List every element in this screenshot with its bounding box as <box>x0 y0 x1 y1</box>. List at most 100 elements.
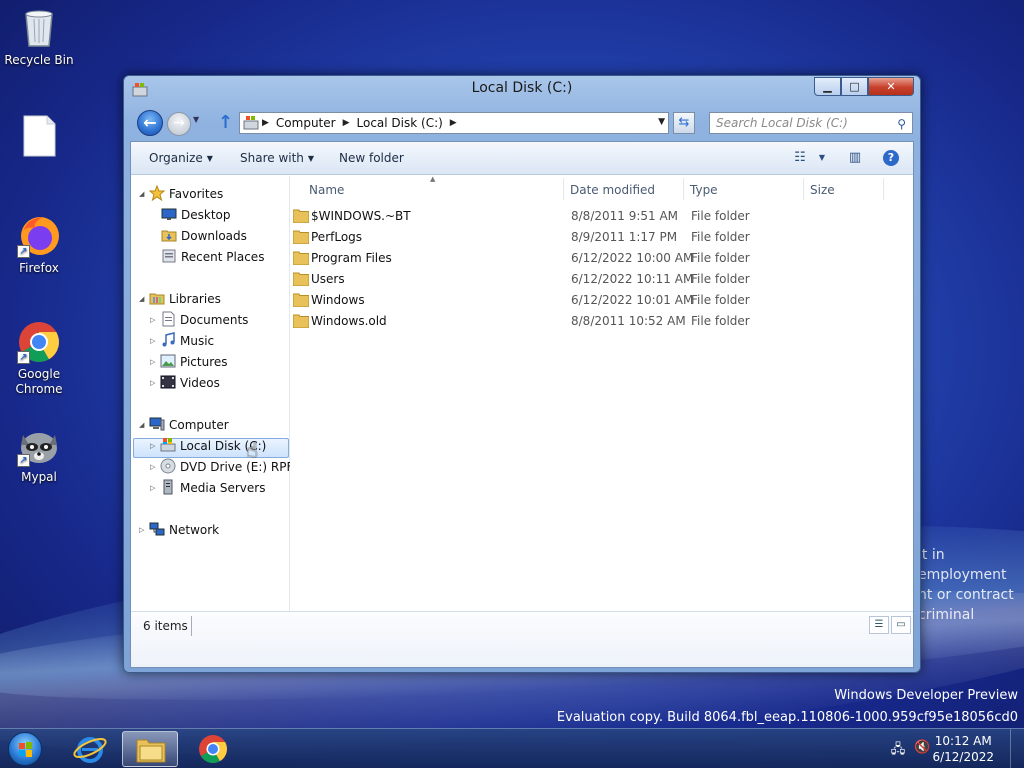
breadcrumb-chevron-icon[interactable]: ▶ <box>447 118 460 128</box>
large-icons-view-icon[interactable]: ▭ <box>891 616 911 634</box>
breadcrumb-computer[interactable]: Computer <box>272 116 340 130</box>
change-view-icon[interactable]: ☷ <box>791 149 809 167</box>
desktop-icon-mypal[interactable]: ↗ Mypal <box>1 423 77 485</box>
nav-item-desktop[interactable]: Desktop <box>161 205 231 225</box>
preview-pane-icon[interactable]: ▥ <box>846 149 864 167</box>
search-icon[interactable]: ⚲ <box>897 114 906 134</box>
file-row[interactable]: PerfLogs 8/9/2011 1:17 PM File folder <box>291 227 891 248</box>
view-options-chevron-icon[interactable]: ▼ <box>813 149 831 167</box>
column-header-date-modified[interactable]: Date modified <box>570 183 655 197</box>
nav-item-music[interactable]: ▷ Music <box>150 331 214 351</box>
arrow-left-icon: ← <box>143 113 157 132</box>
volume-muted-icon[interactable]: 🔇 <box>914 740 930 756</box>
network-tray-icon[interactable]: 🖧 <box>890 740 906 757</box>
help-icon[interactable]: ? <box>883 150 899 166</box>
breadcrumb-chevron-icon[interactable]: ▶ <box>340 118 353 128</box>
file-row[interactable]: Program Files 6/12/2022 10:00 AM File fo… <box>291 248 891 269</box>
column-header-size[interactable]: Size <box>810 183 835 197</box>
expand-triangle-icon[interactable]: ▷ <box>150 436 160 456</box>
wallpaper-text: lt in employment nt or contract criminal <box>918 545 1024 625</box>
nav-item-pictures[interactable]: ▷ Pictures <box>150 352 228 372</box>
collapse-triangle-icon[interactable]: ◢ <box>139 184 149 204</box>
address-bar[interactable]: ▶ Computer ▶ Local Disk (C:) ▶ ▼ <box>239 112 669 134</box>
desktop-icon-recycle-bin[interactable]: Recycle Bin <box>1 6 77 68</box>
clock[interactable]: 10:12 AM 6/12/2022 <box>932 733 994 765</box>
taskbar-internet-explorer[interactable] <box>62 731 118 767</box>
nav-item-dvd-drive[interactable]: ▷ DVD Drive (E:) RPFile <box>150 457 290 477</box>
nav-item-computer[interactable]: ◢ Computer <box>139 415 229 435</box>
minimize-button[interactable]: ▁ <box>814 77 841 96</box>
file-row[interactable]: Windows.old 8/8/2011 10:52 AM File folde… <box>291 311 891 332</box>
maximize-button[interactable]: □ <box>841 77 868 96</box>
star-icon <box>148 184 166 202</box>
watermark-line-1: Windows Developer Preview <box>834 688 1018 703</box>
folder-icon <box>292 272 310 287</box>
drive-icon <box>160 437 176 453</box>
breadcrumb-local-disk[interactable]: Local Disk (C:) <box>353 116 447 130</box>
expand-triangle-icon[interactable]: ▷ <box>150 352 160 372</box>
show-desktop-button[interactable] <box>1010 729 1024 768</box>
desktop-icon-label: Google Chrome <box>15 367 63 396</box>
taskbar: 🖧 🔇 10:12 AM 6/12/2022 <box>0 728 1024 768</box>
column-header-name[interactable]: Name <box>309 183 344 197</box>
collapse-triangle-icon[interactable]: ◢ <box>139 415 149 435</box>
refresh-button[interactable]: ⇆ <box>673 112 695 134</box>
recent-pages-dropdown[interactable]: ▼ <box>193 115 199 124</box>
chrome-icon <box>199 735 227 763</box>
details-view-icon[interactable]: ☰ <box>869 616 889 634</box>
expand-triangle-icon[interactable]: ▷ <box>150 457 160 477</box>
forward-button[interactable]: → <box>167 112 191 136</box>
search-input[interactable]: Search Local Disk (C:) ⚲ <box>709 112 913 134</box>
file-date: 6/12/2022 10:11 AM <box>571 272 694 286</box>
computer-icon <box>149 416 165 432</box>
expand-triangle-icon[interactable]: ▷ <box>150 331 160 351</box>
collapse-triangle-icon[interactable]: ◢ <box>139 289 149 309</box>
wallpaper-text-line: criminal <box>918 607 975 623</box>
file-row[interactable]: Windows 6/12/2022 10:01 AM File folder <box>291 290 891 311</box>
expand-triangle-icon[interactable]: ▷ <box>150 478 160 498</box>
column-divider[interactable] <box>563 178 564 200</box>
nav-item-network[interactable]: ▷ Network <box>139 520 219 540</box>
nav-item-videos[interactable]: ▷ Videos <box>150 373 220 393</box>
column-divider[interactable] <box>803 178 804 200</box>
new-folder-button[interactable]: New folder <box>339 151 404 165</box>
nav-label: Pictures <box>180 355 228 369</box>
nav-item-documents[interactable]: ▷ Documents <box>150 310 248 330</box>
breadcrumb-chevron-icon[interactable]: ▶ <box>259 118 272 128</box>
file-date: 8/8/2011 9:51 AM <box>571 209 679 223</box>
nav-label: DVD Drive (E:) RPFile <box>180 460 290 474</box>
explorer-window[interactable]: Local Disk (C:) ▁ □ ✕ ← → ▼ ↑ ▶ Computer… <box>123 75 921 673</box>
nav-item-favorites[interactable]: ◢ Favorites <box>139 184 223 204</box>
taskbar-google-chrome[interactable] <box>185 731 241 767</box>
column-divider[interactable] <box>683 178 684 200</box>
expand-triangle-icon[interactable]: ▷ <box>139 520 149 540</box>
file-name: Users <box>311 272 345 286</box>
taskbar-windows-explorer[interactable] <box>122 731 178 767</box>
file-type: File folder <box>691 230 750 244</box>
nav-item-downloads[interactable]: Downloads <box>161 226 247 246</box>
back-button[interactable]: ← <box>137 110 163 136</box>
expand-triangle-icon[interactable]: ▷ <box>150 310 160 330</box>
nav-item-media-servers[interactable]: ▷ Media Servers <box>150 478 265 498</box>
share-with-label: Share with <box>240 151 304 165</box>
share-with-button[interactable]: Share with ▼ <box>240 151 314 165</box>
column-header-type[interactable]: Type <box>690 183 718 197</box>
clock-date: 6/12/2022 <box>932 750 994 764</box>
close-button[interactable]: ✕ <box>868 77 914 96</box>
file-row[interactable]: $WINDOWS.~BT 8/8/2011 9:51 AM File folde… <box>291 206 891 227</box>
column-divider[interactable] <box>883 178 884 200</box>
nav-label: Desktop <box>181 208 231 222</box>
address-history-dropdown-icon[interactable]: ▼ <box>658 117 665 127</box>
desktop-icon-google-chrome[interactable]: ↗ Google Chrome <box>1 320 77 397</box>
organize-button[interactable]: Organize ▼ <box>149 151 213 165</box>
file-row[interactable]: Users 6/12/2022 10:11 AM File folder <box>291 269 891 290</box>
navigation-pane: ◢ Favorites Desktop Downloads Recent Pla… <box>131 176 290 612</box>
nav-item-libraries[interactable]: ◢ Libraries <box>139 289 221 309</box>
expand-triangle-icon[interactable]: ▷ <box>150 373 160 393</box>
desktop-icon-firefox[interactable]: ↗ Firefox <box>1 214 77 276</box>
nav-item-recent-places[interactable]: Recent Places <box>161 247 264 267</box>
up-button[interactable]: ↑ <box>218 112 233 133</box>
media-server-icon <box>160 479 176 495</box>
start-button[interactable] <box>8 732 42 766</box>
desktop-icon-blank-file[interactable] <box>1 114 77 161</box>
